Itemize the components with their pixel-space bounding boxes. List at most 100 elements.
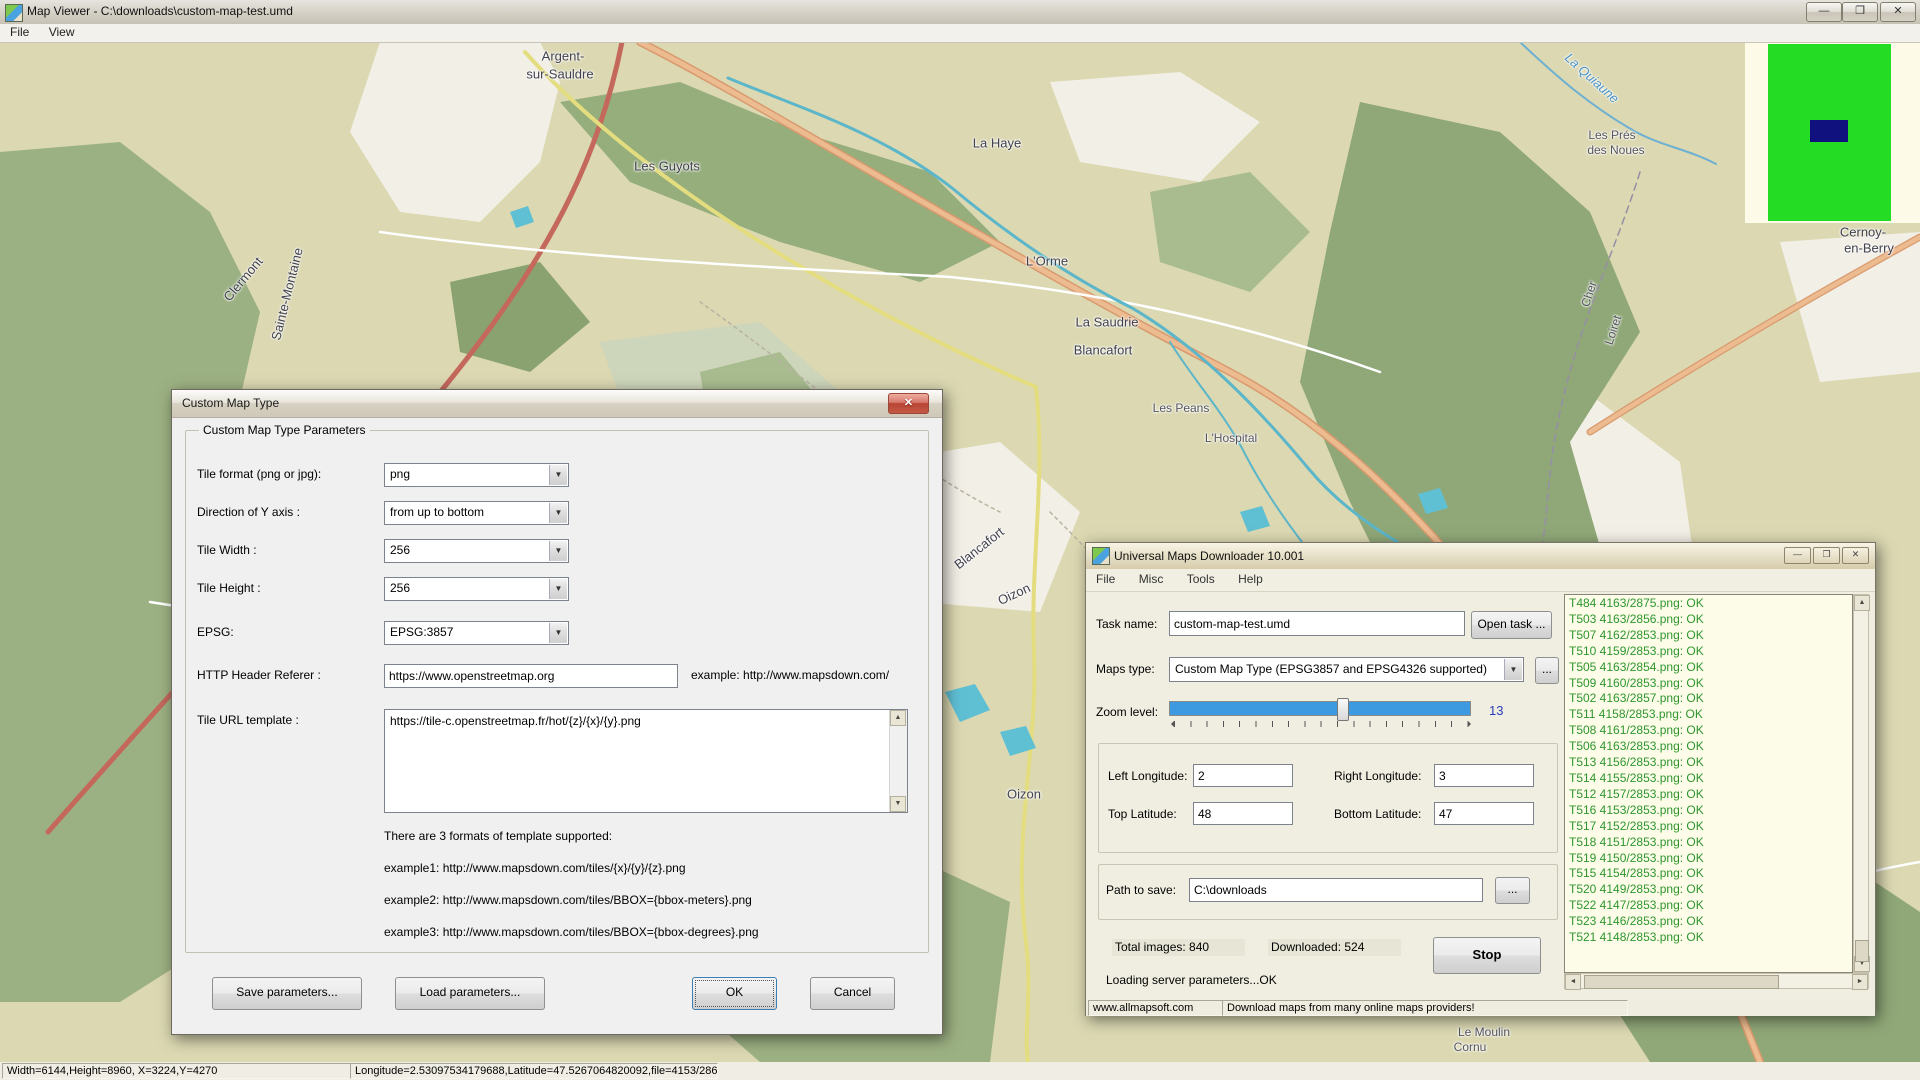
tile-format-select[interactable]: png ▼ xyxy=(384,463,569,487)
dropdown-arrow-icon[interactable]: ▼ xyxy=(549,503,567,523)
umd-status-website: www.allmapsoft.com xyxy=(1088,1000,1225,1016)
referer-label: HTTP Header Referer : xyxy=(197,668,321,682)
close-button[interactable]: ✕ xyxy=(1880,2,1916,22)
epsg-select[interactable]: EPSG:3857 ▼ xyxy=(384,621,569,645)
dialog-titlebar[interactable]: Custom Map Type xyxy=(172,390,942,418)
log-line[interactable]: T520 4149/2853.png: OK xyxy=(1569,882,1852,898)
umd-menu-misc[interactable]: Misc xyxy=(1129,569,1174,589)
tile-height-select[interactable]: 256 ▼ xyxy=(384,577,569,601)
downloaded-counter: Downloaded: 524 xyxy=(1268,939,1401,956)
path-to-save-label: Path to save: xyxy=(1106,883,1176,897)
umd-close-button[interactable]: ✕ xyxy=(1842,547,1869,564)
dropdown-arrow-icon[interactable]: ▼ xyxy=(549,465,567,485)
scroll-left-icon[interactable]: ◄ xyxy=(1565,974,1581,990)
log-line[interactable]: T521 4148/2853.png: OK xyxy=(1569,930,1852,946)
scroll-up-icon[interactable]: ▲ xyxy=(890,710,906,726)
cancel-button[interactable]: Cancel xyxy=(810,977,895,1010)
umd-window-title: Universal Maps Downloader 10.001 xyxy=(1114,549,1304,563)
zoom-slider-track[interactable] xyxy=(1169,701,1471,716)
zoom-level-label: Zoom level: xyxy=(1096,705,1158,719)
log-line[interactable]: T511 4158/2853.png: OK xyxy=(1569,707,1852,723)
task-name-label: Task name: xyxy=(1096,617,1157,631)
dropdown-arrow-icon[interactable]: ▼ xyxy=(549,541,567,561)
template-textarea[interactable]: https://tile-c.openstreetmap.fr/hot/{z}/… xyxy=(384,709,908,813)
map-label: Blancafort xyxy=(1074,343,1133,358)
download-log-list[interactable]: T484 4163/2875.png: OK T503 4163/2856.pn… xyxy=(1564,594,1853,973)
log-line[interactable]: T517 4152/2853.png: OK xyxy=(1569,819,1852,835)
scroll-right-icon[interactable]: ► xyxy=(1852,974,1868,990)
maps-type-label: Maps type: xyxy=(1096,662,1155,676)
top-latitude-input[interactable] xyxy=(1193,802,1293,825)
tile-width-label: Tile Width : xyxy=(197,543,257,557)
vscroll-thumb[interactable] xyxy=(1855,940,1869,962)
template-note: There are 3 formats of template supporte… xyxy=(384,829,612,843)
maps-type-browse-button[interactable]: ... xyxy=(1535,657,1559,684)
dropdown-arrow-icon[interactable]: ▼ xyxy=(549,623,567,643)
log-line[interactable]: T522 4147/2853.png: OK xyxy=(1569,898,1852,914)
tile-width-select[interactable]: 256 ▼ xyxy=(384,539,569,563)
template-example3: example3: http://www.mapsdown.com/tiles/… xyxy=(384,925,759,939)
top-latitude-label: Top Latitude: xyxy=(1108,807,1177,821)
right-longitude-input[interactable] xyxy=(1434,764,1534,787)
log-line[interactable]: T516 4153/2853.png: OK xyxy=(1569,803,1852,819)
dropdown-arrow-icon[interactable]: ▼ xyxy=(1504,659,1522,680)
log-line[interactable]: T512 4157/2853.png: OK xyxy=(1569,787,1852,803)
textarea-scrollbar[interactable]: ▲ ▼ xyxy=(889,710,907,812)
total-images-counter: Total images: 840 xyxy=(1112,939,1245,956)
log-line[interactable]: T503 4163/2856.png: OK xyxy=(1569,612,1852,628)
log-line[interactable]: T518 4151/2853.png: OK xyxy=(1569,835,1852,851)
log-vertical-scrollbar[interactable]: ▲ ▼ xyxy=(1853,594,1869,973)
task-name-input[interactable] xyxy=(1169,611,1465,636)
log-line[interactable]: T514 4155/2853.png: OK xyxy=(1569,771,1852,787)
log-line[interactable]: T507 4162/2853.png: OK xyxy=(1569,628,1852,644)
umd-menu-tools[interactable]: Tools xyxy=(1177,569,1225,589)
log-line[interactable]: T523 4146/2853.png: OK xyxy=(1569,914,1852,930)
log-line[interactable]: T502 4163/2857.png: OK xyxy=(1569,691,1852,707)
log-line[interactable]: T510 4159/2853.png: OK xyxy=(1569,644,1852,660)
stop-button[interactable]: Stop xyxy=(1433,937,1541,974)
log-line[interactable]: T505 4163/2854.png: OK xyxy=(1569,660,1852,676)
open-task-button[interactable]: Open task ... xyxy=(1471,611,1552,639)
ok-button[interactable]: OK xyxy=(692,977,777,1010)
menu-file[interactable]: File xyxy=(2,24,37,40)
map-label: Oizon xyxy=(1007,787,1041,802)
maps-type-select[interactable]: Custom Map Type (EPSG3857 and EPSG4326 s… xyxy=(1169,657,1524,682)
status-dimensions: Width=6144,Height=8960, X=3224,Y=4270 xyxy=(2,1063,353,1079)
log-line[interactable]: T484 4163/2875.png: OK xyxy=(1569,596,1852,612)
log-line[interactable]: T519 4150/2853.png: OK xyxy=(1569,851,1852,867)
scroll-down-icon[interactable]: ▼ xyxy=(890,796,906,812)
scroll-up-icon[interactable]: ▲ xyxy=(1854,595,1870,611)
map-label: Cornu xyxy=(1454,1040,1487,1054)
zoom-slider-thumb[interactable] xyxy=(1337,698,1349,721)
template-example1: example1: http://www.mapsdown.com/tiles/… xyxy=(384,861,686,875)
log-line[interactable]: T513 4156/2853.png: OK xyxy=(1569,755,1852,771)
referer-input[interactable] xyxy=(384,664,678,688)
left-longitude-input[interactable] xyxy=(1193,764,1293,787)
log-line[interactable]: T506 4163/2853.png: OK xyxy=(1569,739,1852,755)
umd-titlebar[interactable]: Universal Maps Downloader 10.001 — ❐ ✕ xyxy=(1086,543,1875,570)
umd-status-message: Download maps from many online maps prov… xyxy=(1222,1000,1628,1016)
y-axis-select[interactable]: from up to bottom ▼ xyxy=(384,501,569,525)
path-to-save-input[interactable] xyxy=(1189,878,1483,902)
main-titlebar[interactable]: Map Viewer - C:\downloads\custom-map-tes… xyxy=(0,0,1920,25)
log-horizontal-scrollbar[interactable]: ◄ ► xyxy=(1564,973,1869,989)
load-parameters-button[interactable]: Load parameters... xyxy=(395,977,545,1010)
umd-minimize-button[interactable]: — xyxy=(1784,547,1811,564)
umd-menu-help[interactable]: Help xyxy=(1228,569,1273,589)
log-line[interactable]: T509 4160/2853.png: OK xyxy=(1569,676,1852,692)
path-browse-button[interactable]: ... xyxy=(1495,877,1530,904)
dialog-close-button[interactable]: ✕ xyxy=(888,393,929,414)
umd-restore-button[interactable]: ❐ xyxy=(1813,547,1840,564)
restore-button[interactable]: ❐ xyxy=(1842,2,1878,22)
map-label: Le Moulin xyxy=(1458,1025,1510,1039)
menu-view[interactable]: View xyxy=(41,24,83,40)
dropdown-arrow-icon[interactable]: ▼ xyxy=(549,579,567,599)
log-line[interactable]: T508 4161/2853.png: OK xyxy=(1569,723,1852,739)
save-parameters-button[interactable]: Save parameters... xyxy=(212,977,362,1010)
hscroll-thumb[interactable] xyxy=(1584,975,1779,989)
umd-menu-file[interactable]: File xyxy=(1086,569,1125,589)
log-line[interactable]: T515 4154/2853.png: OK xyxy=(1569,866,1852,882)
bottom-latitude-input[interactable] xyxy=(1434,802,1534,825)
y-axis-value: from up to bottom xyxy=(390,505,548,519)
minimize-button[interactable]: — xyxy=(1806,2,1842,22)
